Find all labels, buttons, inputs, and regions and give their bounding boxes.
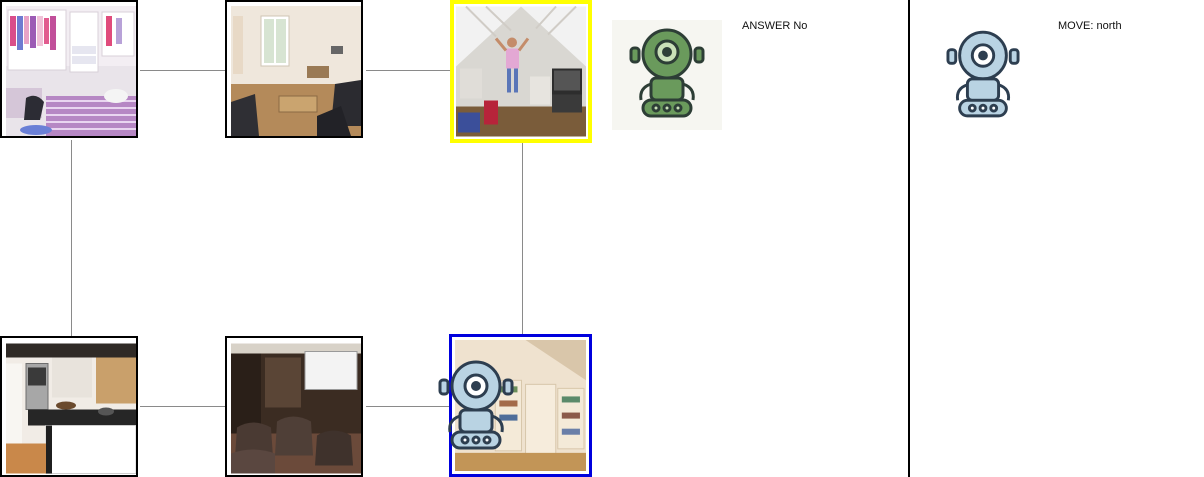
living-room-image [231,6,361,136]
room-attic-start[interactable] [450,0,592,143]
answer-label: ANSWER No [742,20,808,32]
edge-kitchen-theater [140,406,226,407]
move-label: MOVE: north [1058,20,1122,32]
green-robot-icon [629,28,705,118]
blue-robot-icon [438,360,514,450]
green-robot-tile [612,20,722,130]
panel-divider [908,0,910,477]
bedroom-image [6,6,136,136]
edge-attic-bookshelf [522,142,523,336]
theater-image [231,343,361,474]
kitchen-image [6,343,136,474]
attic-room-image [456,6,586,137]
room-living[interactable] [225,0,363,138]
edge-living-attic [366,70,450,71]
room-bedroom[interactable] [0,0,138,138]
room-kitchen[interactable] [0,336,138,477]
room-theater[interactable] [225,336,363,477]
edge-bedroom-kitchen [71,140,72,337]
edge-bedroom-living [140,70,226,71]
blue-robot-panel-icon [946,30,1020,118]
